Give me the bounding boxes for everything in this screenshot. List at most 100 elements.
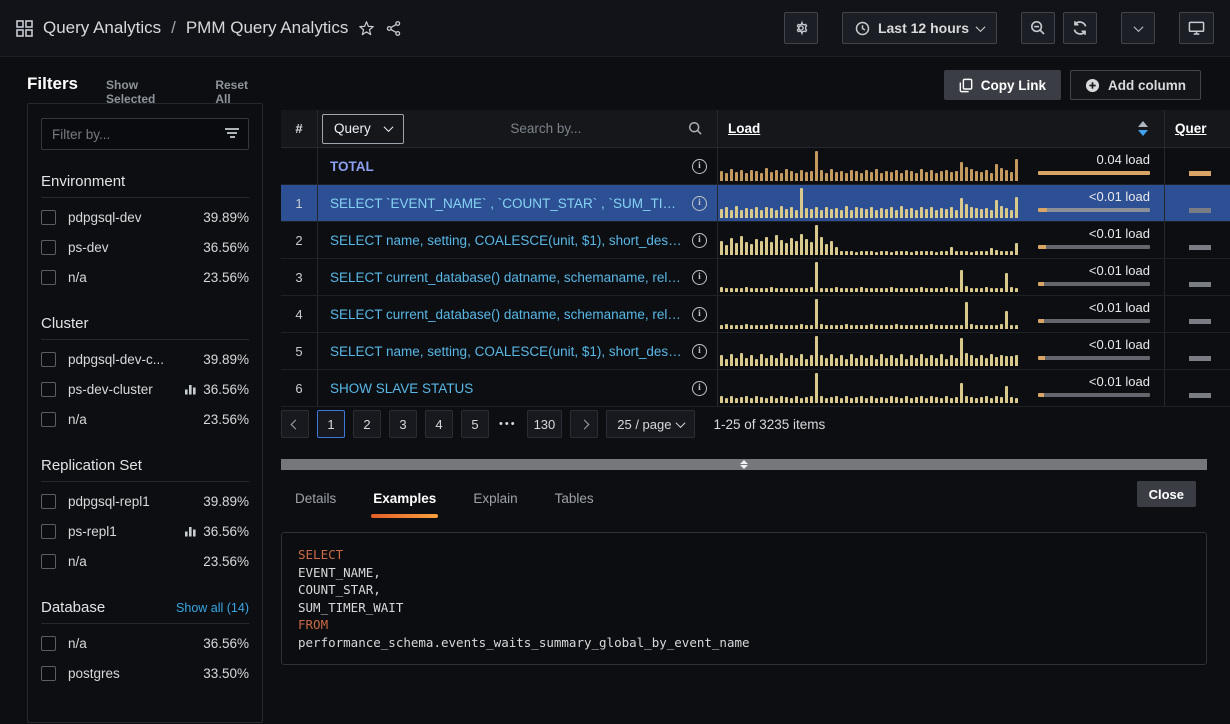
- checkbox[interactable]: [41, 524, 56, 539]
- apps-grid-icon[interactable]: [16, 20, 33, 37]
- table-row-total[interactable]: TOTALi0.04 load: [281, 148, 1230, 185]
- filter-item[interactable]: n/a23.56%: [41, 262, 249, 292]
- filter-item[interactable]: ps-dev36.56%: [41, 232, 249, 262]
- checkbox[interactable]: [41, 554, 56, 569]
- tab-examples[interactable]: Examples: [373, 491, 436, 508]
- query-link[interactable]: SELECT name, setting, COALESCE(unit, $1)…: [330, 344, 684, 359]
- tab-tables[interactable]: Tables: [555, 491, 594, 508]
- close-details-button[interactable]: Close: [1137, 481, 1196, 507]
- query-link[interactable]: SELECT current_database() datname, schem…: [330, 270, 684, 285]
- checkbox[interactable]: [41, 210, 56, 225]
- query-link[interactable]: SELECT name, setting, COALESCE(unit, $1)…: [330, 233, 684, 248]
- breadcrumb-current[interactable]: PMM Query Analytics: [186, 18, 349, 38]
- checkbox[interactable]: [41, 270, 56, 285]
- filter-search-input[interactable]: [41, 118, 249, 150]
- info-icon[interactable]: i: [692, 344, 707, 359]
- load-cell: <0.01 load: [718, 370, 1165, 406]
- sql-keyword-line: SELECT: [298, 546, 1190, 564]
- spark-bar: [995, 357, 998, 366]
- filter-item-percentage: 36.56%: [203, 524, 249, 539]
- spark-bar: [865, 325, 868, 329]
- checkbox[interactable]: [41, 666, 56, 681]
- spark-bar: [960, 198, 963, 218]
- refresh-button[interactable]: [1063, 12, 1097, 44]
- table-row[interactable]: 6SHOW SLAVE STATUSi<0.01 load: [281, 370, 1230, 407]
- star-icon[interactable]: [358, 20, 375, 37]
- page-button[interactable]: 5: [461, 410, 489, 438]
- filter-item[interactable]: pdpgsql-dev-c...39.89%: [41, 344, 249, 374]
- add-column-button[interactable]: Add column: [1070, 70, 1201, 100]
- previous-page-button[interactable]: [281, 410, 309, 438]
- filter-group-header: DatabaseShow all (14): [41, 599, 249, 616]
- refresh-interval-dropdown[interactable]: [1121, 12, 1155, 44]
- breadcrumb-root[interactable]: Query Analytics: [43, 18, 161, 38]
- table-row[interactable]: 2SELECT name, setting, COALESCE(unit, $1…: [281, 222, 1230, 259]
- filter-item[interactable]: pdpgsql-dev39.89%: [41, 202, 249, 232]
- search-icon[interactable]: [688, 121, 703, 136]
- checkbox[interactable]: [41, 240, 56, 255]
- query-link[interactable]: TOTAL: [330, 159, 684, 174]
- filter-item[interactable]: n/a36.56%: [41, 628, 249, 658]
- filter-item[interactable]: n/a23.56%: [41, 404, 249, 434]
- spark-bar: [870, 172, 873, 181]
- column-header-load[interactable]: Load: [728, 121, 760, 136]
- tab-explain[interactable]: Explain: [473, 491, 517, 508]
- page-button[interactable]: 4: [425, 410, 453, 438]
- reset-all-link[interactable]: Reset All: [215, 78, 263, 106]
- checkbox[interactable]: [41, 352, 56, 367]
- page-button[interactable]: 1: [317, 410, 345, 438]
- filter-item[interactable]: n/a23.56%: [41, 546, 249, 576]
- spark-bar: [720, 396, 723, 403]
- table-body: TOTALi0.04 load1SELECT `EVENT_NAME` , `C…: [281, 148, 1230, 407]
- filters-title: Filters: [27, 74, 78, 94]
- table-row[interactable]: 4SELECT current_database() datname, sche…: [281, 296, 1230, 333]
- table-row[interactable]: 1SELECT `EVENT_NAME` , `COUNT_STAR` , `S…: [281, 185, 1230, 222]
- checkbox[interactable]: [41, 494, 56, 509]
- query-link[interactable]: SELECT `EVENT_NAME` , `COUNT_STAR` , `SU…: [330, 196, 684, 211]
- filter-item[interactable]: pdpgsql-repl139.89%: [41, 486, 249, 516]
- page-size-select[interactable]: 25 / page: [606, 410, 695, 438]
- spark-bar: [860, 208, 863, 218]
- query-link[interactable]: SHOW SLAVE STATUS: [330, 381, 684, 396]
- info-icon[interactable]: i: [692, 159, 707, 174]
- query-search-input[interactable]: [404, 121, 688, 136]
- checkbox[interactable]: [41, 382, 56, 397]
- dimension-select[interactable]: Query: [322, 114, 404, 144]
- info-icon[interactable]: i: [692, 307, 707, 322]
- spark-bar: [920, 396, 923, 403]
- sort-toggle-icon[interactable]: [1138, 121, 1148, 136]
- page-button-last[interactable]: 130: [527, 410, 563, 438]
- spark-bar: [720, 325, 723, 329]
- checkbox[interactable]: [41, 412, 56, 427]
- next-page-button[interactable]: [570, 410, 598, 438]
- settings-button[interactable]: [784, 12, 818, 44]
- page-button[interactable]: 2: [353, 410, 381, 438]
- query-link[interactable]: SELECT current_database() datname, schem…: [330, 307, 684, 322]
- filter-item[interactable]: postgres33.50%: [41, 658, 249, 688]
- spark-bar: [1005, 170, 1008, 181]
- tab-details[interactable]: Details: [295, 491, 336, 508]
- info-icon[interactable]: i: [692, 381, 707, 396]
- table-row[interactable]: 5SELECT name, setting, COALESCE(unit, $1…: [281, 333, 1230, 370]
- panel-resizer-handle[interactable]: [281, 459, 1207, 470]
- table-row[interactable]: 3SELECT current_database() datname, sche…: [281, 259, 1230, 296]
- filter-item[interactable]: ps-repl136.56%: [41, 516, 249, 546]
- share-icon[interactable]: [385, 20, 402, 37]
- show-selected-link[interactable]: Show Selected: [106, 78, 185, 106]
- info-icon[interactable]: i: [692, 233, 707, 248]
- zoom-out-button[interactable]: [1021, 12, 1055, 44]
- page-button[interactable]: 3: [389, 410, 417, 438]
- copy-link-button[interactable]: Copy Link: [944, 70, 1061, 100]
- show-all-link[interactable]: Show all (14): [176, 601, 249, 615]
- spark-bar: [915, 358, 918, 366]
- time-range-picker[interactable]: Last 12 hours: [842, 12, 997, 44]
- checkbox[interactable]: [41, 636, 56, 651]
- spark-bar: [940, 288, 943, 292]
- spark-bar: [935, 325, 938, 329]
- info-icon[interactable]: i: [692, 196, 707, 211]
- filter-item[interactable]: ps-dev-cluster36.56%: [41, 374, 249, 404]
- column-header-query-count[interactable]: Quer: [1175, 121, 1207, 136]
- info-icon[interactable]: i: [692, 270, 707, 285]
- tv-mode-button[interactable]: [1179, 12, 1214, 44]
- filter-item-percentage: 33.50%: [203, 666, 249, 681]
